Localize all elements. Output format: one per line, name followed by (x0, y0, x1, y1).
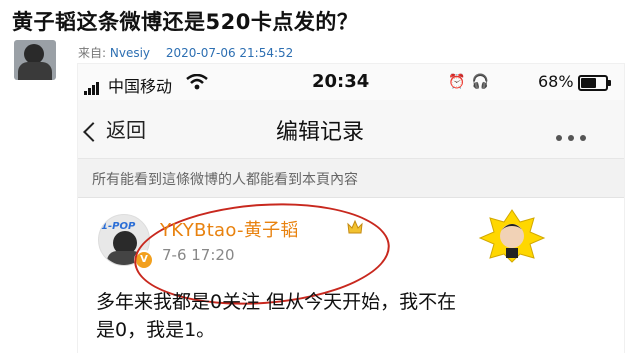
status-icons: ⏰ 🎧 (448, 74, 495, 90)
nav-bar: 返回 编辑记录 (78, 100, 624, 159)
source-user-link[interactable]: Nvesiy (110, 46, 150, 60)
signal-icon (84, 76, 100, 95)
crown-icon (347, 219, 363, 234)
post-title: 黄子韬这条微博还是520卡点发的？ (12, 10, 359, 34)
battery-icon (578, 75, 611, 91)
post-text-line-1: 多年来我都是0关注 但从今天开始，我不在 (96, 291, 457, 313)
alarm-icon: ⏰ (448, 74, 466, 90)
chevron-left-icon (83, 121, 103, 142)
more-options-icon[interactable] (556, 126, 592, 145)
back-button[interactable]: 返回 (83, 114, 146, 143)
status-bar: 中国移动 20:34 ⏰ 🎧 68% (78, 64, 624, 100)
nav-title: 编辑记录 (276, 120, 365, 145)
source-label: 来自: (78, 46, 110, 60)
post-datetime: 2020-07-06 21:54:52 (165, 46, 294, 60)
phone-screenshot: 中国移动 20:34 ⏰ 🎧 68% 返回 编辑记录 所有能看到這條微博的人都能看… (78, 64, 624, 353)
avatar-logo: 1-POP (101, 221, 136, 232)
username-link[interactable]: YKYBtao-黄子韬 (160, 216, 299, 242)
battery-percent: 68% (538, 72, 574, 91)
post-meta: 来自: Nvesiy 2020-07-06 21:54:52 (78, 44, 293, 61)
post-body: 多年来我都是0关注 但从今天开始，我不在 是0，我是1。 (96, 288, 596, 344)
headphones-icon: 🎧 (471, 74, 489, 90)
clock-time: 20:34 (312, 71, 370, 92)
carrier-name: 中国移动 (108, 77, 173, 96)
sticker-icon (478, 209, 546, 263)
weibo-post: 1-POP V YKYBtao-黄子韬 7-6 17:20 多年来我都是0关注 … (78, 195, 624, 353)
back-label: 返回 (106, 118, 146, 142)
post-text-line-2: 是0，我是1。 (96, 319, 216, 341)
poster-avatar[interactable] (14, 40, 56, 80)
wifi-icon (186, 74, 208, 90)
post-time: 7-6 17:20 (162, 246, 235, 264)
visibility-notice: 所有能看到這條微博的人都能看到本頁內容 (78, 159, 624, 198)
notice-text: 所有能看到這條微博的人都能看到本頁內容 (92, 172, 358, 188)
